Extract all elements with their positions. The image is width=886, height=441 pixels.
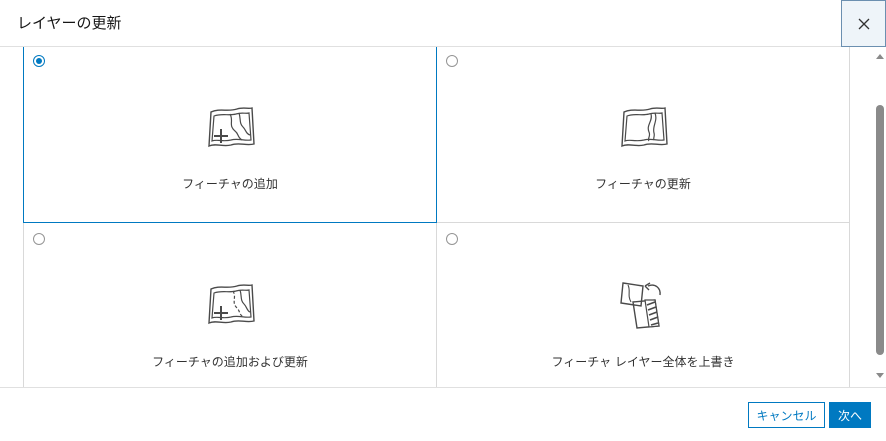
option-label-overwrite: フィーチャ レイヤー全体を上書き: [551, 355, 735, 369]
radio-add[interactable]: [33, 55, 45, 67]
radio-add-update[interactable]: [33, 233, 45, 245]
option-card-add[interactable]: フィーチャの追加: [23, 47, 437, 223]
option-label-update: フィーチャの更新: [595, 177, 691, 191]
close-icon: [858, 18, 869, 29]
dialog-title: レイヤーの更新: [17, 14, 122, 32]
scroll-down-icon[interactable]: [876, 371, 884, 379]
dialog-header: レイヤーの更新: [0, 0, 886, 47]
next-button[interactable]: 次へ: [829, 402, 871, 428]
option-label-add-update: フィーチャの追加および更新: [152, 355, 308, 369]
scroll-up-icon[interactable]: [876, 53, 884, 61]
map-update-icon: [621, 107, 668, 148]
option-card-add-update[interactable]: フィーチャの追加および更新: [23, 222, 437, 387]
cancel-button[interactable]: キャンセル: [748, 402, 825, 428]
option-card-overwrite[interactable]: フィーチャ レイヤー全体を上書き: [436, 222, 850, 387]
overwrite-layer-icon: [620, 282, 661, 329]
option-grid: フィーチャの追加 フィーチャの更新 フィーチャの追加および更新 フィーチャ レイ…: [0, 47, 886, 387]
vertical-scrollbar[interactable]: [874, 47, 886, 387]
map-add-icon: [208, 107, 255, 148]
close-button[interactable]: [841, 0, 886, 47]
map-add-update-icon: [208, 284, 255, 325]
radio-overwrite[interactable]: [446, 233, 458, 245]
dialog-footer: キャンセル 次へ: [0, 387, 886, 441]
option-card-update[interactable]: フィーチャの更新: [436, 47, 850, 223]
radio-update[interactable]: [446, 55, 458, 67]
scroll-thumb[interactable]: [876, 105, 884, 355]
option-label-add: フィーチャの追加: [182, 177, 278, 191]
